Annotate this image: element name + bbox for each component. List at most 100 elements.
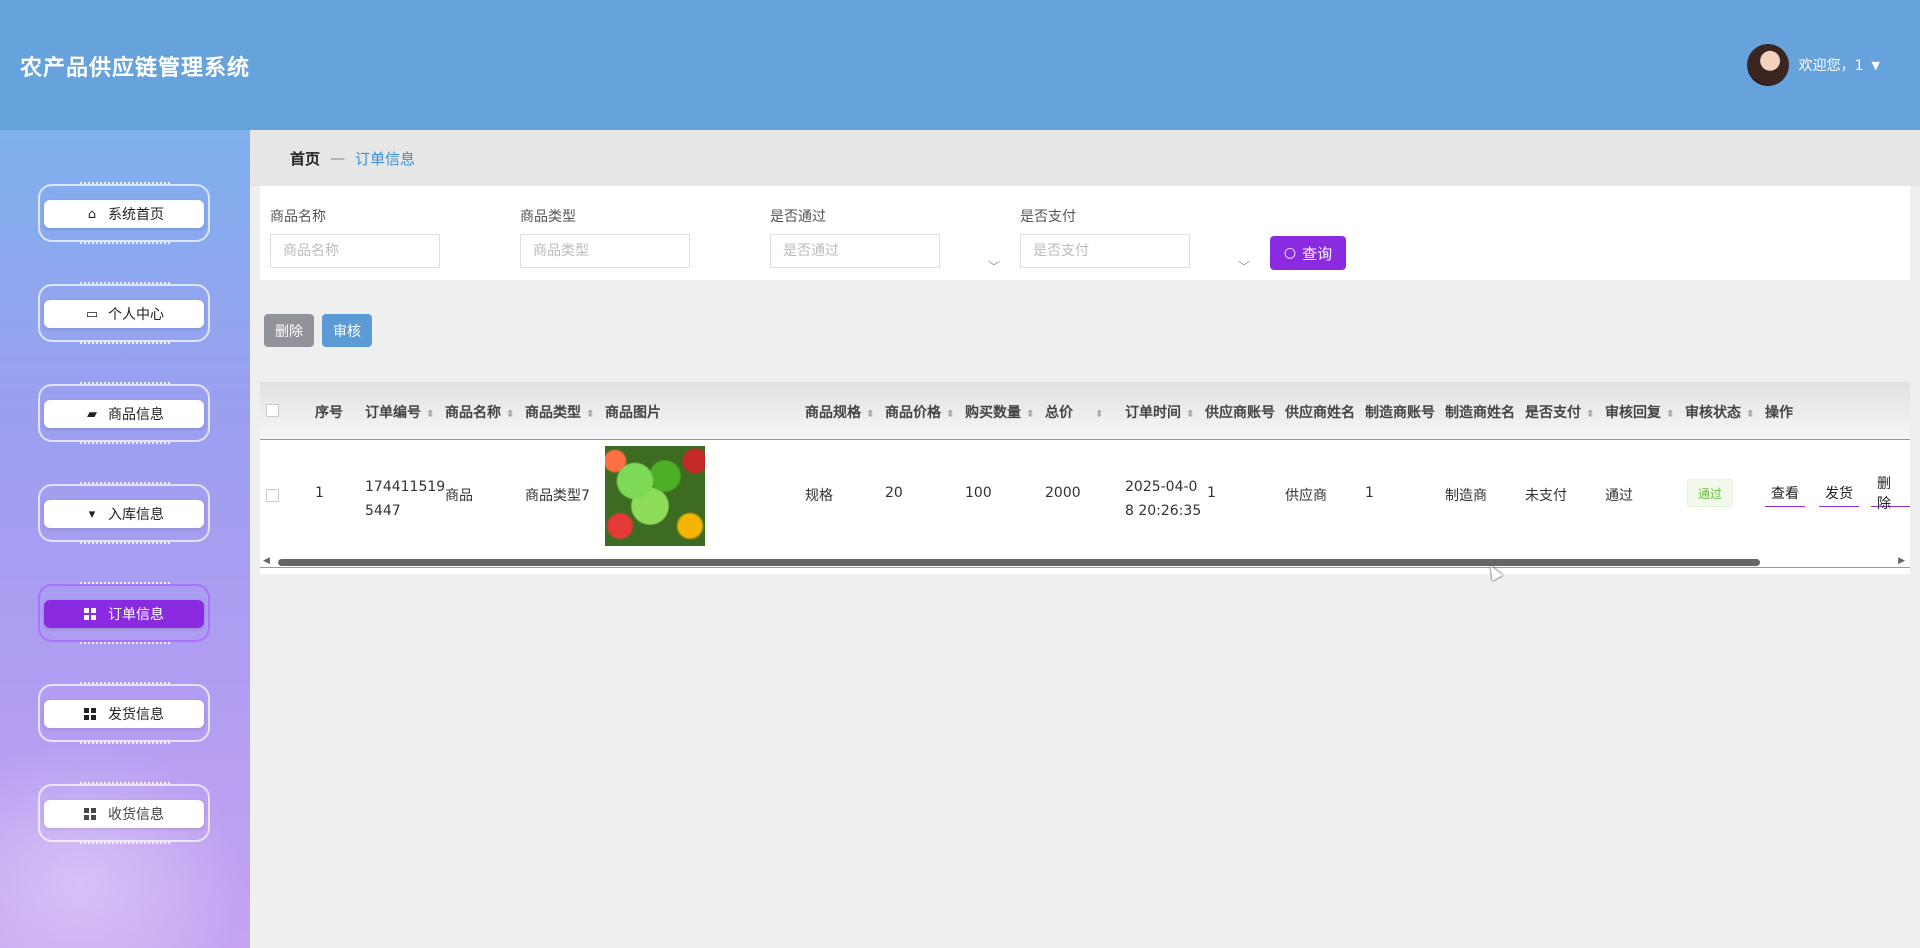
column-header[interactable]: 总价 ⬍ xyxy=(1045,402,1103,422)
sort-icon[interactable]: ⬍ xyxy=(506,409,514,420)
scroll-left-icon[interactable]: ◀ xyxy=(263,556,270,566)
nav-button[interactable]: ▭ 个人中心 xyxy=(44,300,204,328)
sidebar-item-shipping[interactable]: 发货信息 xyxy=(38,682,210,744)
sidebar-item-label: 订单信息 xyxy=(108,607,164,623)
paid-select[interactable]: 是否支付 xyxy=(1020,234,1190,268)
nav-button[interactable]: 订单信息 xyxy=(44,600,204,628)
row-checkbox[interactable] xyxy=(266,489,279,502)
sort-icon[interactable]: ⬍ xyxy=(1095,409,1103,420)
product-name-input[interactable]: 商品名称 xyxy=(270,234,440,268)
cell-supplier-name: 供应商 xyxy=(1285,488,1327,504)
column-header: 操作 xyxy=(1765,405,1793,421)
sort-icon[interactable]: ⬍ xyxy=(586,409,594,420)
home-icon: ⌂ xyxy=(87,206,97,222)
column-header[interactable]: 是否支付 ⬍ xyxy=(1525,402,1594,422)
sidebar-item-receiving[interactable]: 收货信息 xyxy=(38,782,210,844)
sort-icon[interactable]: ⬍ xyxy=(1186,409,1194,420)
sort-icon[interactable]: ⬍ xyxy=(1746,409,1754,420)
column-header[interactable]: 审核回复 ⬍ xyxy=(1605,402,1674,422)
column-header[interactable]: 商品规格 ⬍ xyxy=(805,402,874,422)
breadcrumb-separator: — xyxy=(330,149,346,167)
scroll-right-icon[interactable]: ▶ xyxy=(1898,556,1905,566)
search-icon: ○ xyxy=(1283,245,1297,261)
cell-paid: 未支付 xyxy=(1525,488,1567,504)
cell-review-reply: 通过 xyxy=(1605,488,1633,504)
column-header-label: 商品名称 xyxy=(445,405,501,421)
message-icon: ▰ xyxy=(87,406,97,422)
product-image[interactable] xyxy=(605,446,705,546)
sidebar-item-inbound[interactable]: ▾ 入库信息 xyxy=(38,482,210,544)
sidebar-item-label: 系统首页 xyxy=(108,207,164,223)
sidebar-item-products[interactable]: ▰ 商品信息 xyxy=(38,382,210,444)
cell-order-no: 174411519 5447 xyxy=(365,475,445,523)
sidebar-item-label: 入库信息 xyxy=(108,507,164,523)
approved-select[interactable]: 是否通过 xyxy=(770,234,940,268)
nav-button[interactable]: ▰ 商品信息 xyxy=(44,400,204,428)
sidebar-item-label: 收货信息 xyxy=(108,807,164,823)
sort-icon[interactable]: ⬍ xyxy=(866,409,874,420)
column-header[interactable]: 订单编号 ⬍ xyxy=(365,402,434,422)
sidebar-item-home[interactable]: ⌂ 系统首页 xyxy=(38,182,210,244)
product-type-filter: 商品类型 商品类型 xyxy=(520,206,690,268)
column-header[interactable]: 商品名称 ⬍ xyxy=(445,402,514,422)
select-all-checkbox[interactable] xyxy=(266,404,279,417)
grid-icon xyxy=(84,808,96,820)
caret-down-icon[interactable]: ▼ xyxy=(1872,59,1880,72)
breadcrumb-home[interactable]: 首页 xyxy=(290,148,320,169)
user-menu[interactable]: 欢迎您，1 ▼ xyxy=(1746,44,1880,86)
sort-icon[interactable]: ⬍ xyxy=(946,409,954,420)
column-header[interactable]: 购买数量 ⬍ xyxy=(965,402,1034,422)
ship-button[interactable]: 发货 xyxy=(1819,479,1859,507)
column-header: 供应商姓名 xyxy=(1285,405,1355,421)
column-header: 商品图片 xyxy=(605,405,661,421)
grid-icon xyxy=(84,608,96,620)
review-button[interactable]: 审核 xyxy=(322,314,372,347)
column-header: 供应商账号 xyxy=(1205,405,1275,421)
field-label: 商品类型 xyxy=(520,209,576,225)
chevron-down-icon[interactable]: ﹀ xyxy=(1238,258,1250,275)
column-header: 制造商账号 xyxy=(1365,405,1435,421)
avatar[interactable] xyxy=(1746,44,1789,86)
order-time-line1: 2025-04-0 xyxy=(1125,479,1198,495)
sort-icon[interactable]: ⬍ xyxy=(1666,409,1674,420)
column-header[interactable]: 商品类型 ⬍ xyxy=(525,402,594,422)
row-delete-button[interactable]: 删除 xyxy=(1871,476,1910,512)
nav-button[interactable]: 收货信息 xyxy=(44,800,204,828)
sort-icon[interactable]: ⬍ xyxy=(426,409,434,420)
chevron-down-icon[interactable]: ﹀ xyxy=(988,258,1000,275)
nav-button[interactable]: ⌂ 系统首页 xyxy=(44,200,204,228)
breadcrumb-current: 订单信息 xyxy=(355,149,416,168)
sidebar-item-label: 发货信息 xyxy=(108,707,164,723)
view-button[interactable]: 查看 xyxy=(1765,479,1805,507)
product-type-input[interactable]: 商品类型 xyxy=(520,234,690,268)
sidebar-item-label: 个人中心 xyxy=(108,307,164,323)
field-label: 是否支付 xyxy=(1020,209,1076,225)
grid-icon xyxy=(84,708,96,720)
field-label: 是否通过 xyxy=(770,209,826,225)
user-greeting: 欢迎您，1 xyxy=(1798,58,1864,74)
cell-order-time: 2025-04-0 8 20:26:35 xyxy=(1125,475,1205,523)
order-time-line2: 8 20:26:35 xyxy=(1125,503,1202,519)
nav-frame xyxy=(38,782,210,844)
column-header-label: 商品价格 xyxy=(885,405,941,421)
query-button[interactable]: ○ 查询 xyxy=(1270,236,1346,270)
column-header: 序号 xyxy=(315,405,343,421)
column-header-label: 购买数量 xyxy=(965,405,1021,421)
delete-button[interactable]: 删除 xyxy=(264,314,314,347)
column-header: 制造商姓名 xyxy=(1445,405,1515,421)
sort-icon[interactable]: ⬍ xyxy=(1586,409,1594,420)
column-header-label: 订单时间 xyxy=(1125,405,1181,421)
order-no-line2: 5447 xyxy=(365,503,401,519)
horizontal-scrollbar[interactable]: ◀ ▶ xyxy=(260,556,1910,568)
sidebar-item-personal[interactable]: ▭ 个人中心 xyxy=(38,282,210,344)
column-header[interactable]: 审核状态 ⬍ xyxy=(1685,402,1754,422)
column-header[interactable]: 商品价格 ⬍ xyxy=(885,402,954,422)
column-header[interactable]: 订单时间 ⬍ xyxy=(1125,402,1194,422)
table-header: 序号 订单编号 ⬍ 商品名称 ⬍ 商品类型 ⬍ 商品图片 商品规格 ⬍ 商品价格 ⬍ 购买… xyxy=(260,382,1910,440)
nav-button[interactable]: ▾ 入库信息 xyxy=(44,500,204,528)
sidebar-item-orders[interactable]: 订单信息 xyxy=(38,582,210,644)
nav-button[interactable]: 发货信息 xyxy=(44,700,204,728)
sort-icon[interactable]: ⬍ xyxy=(1026,409,1034,420)
column-header-label: 商品规格 xyxy=(805,405,861,421)
scroll-thumb[interactable] xyxy=(278,559,1760,566)
